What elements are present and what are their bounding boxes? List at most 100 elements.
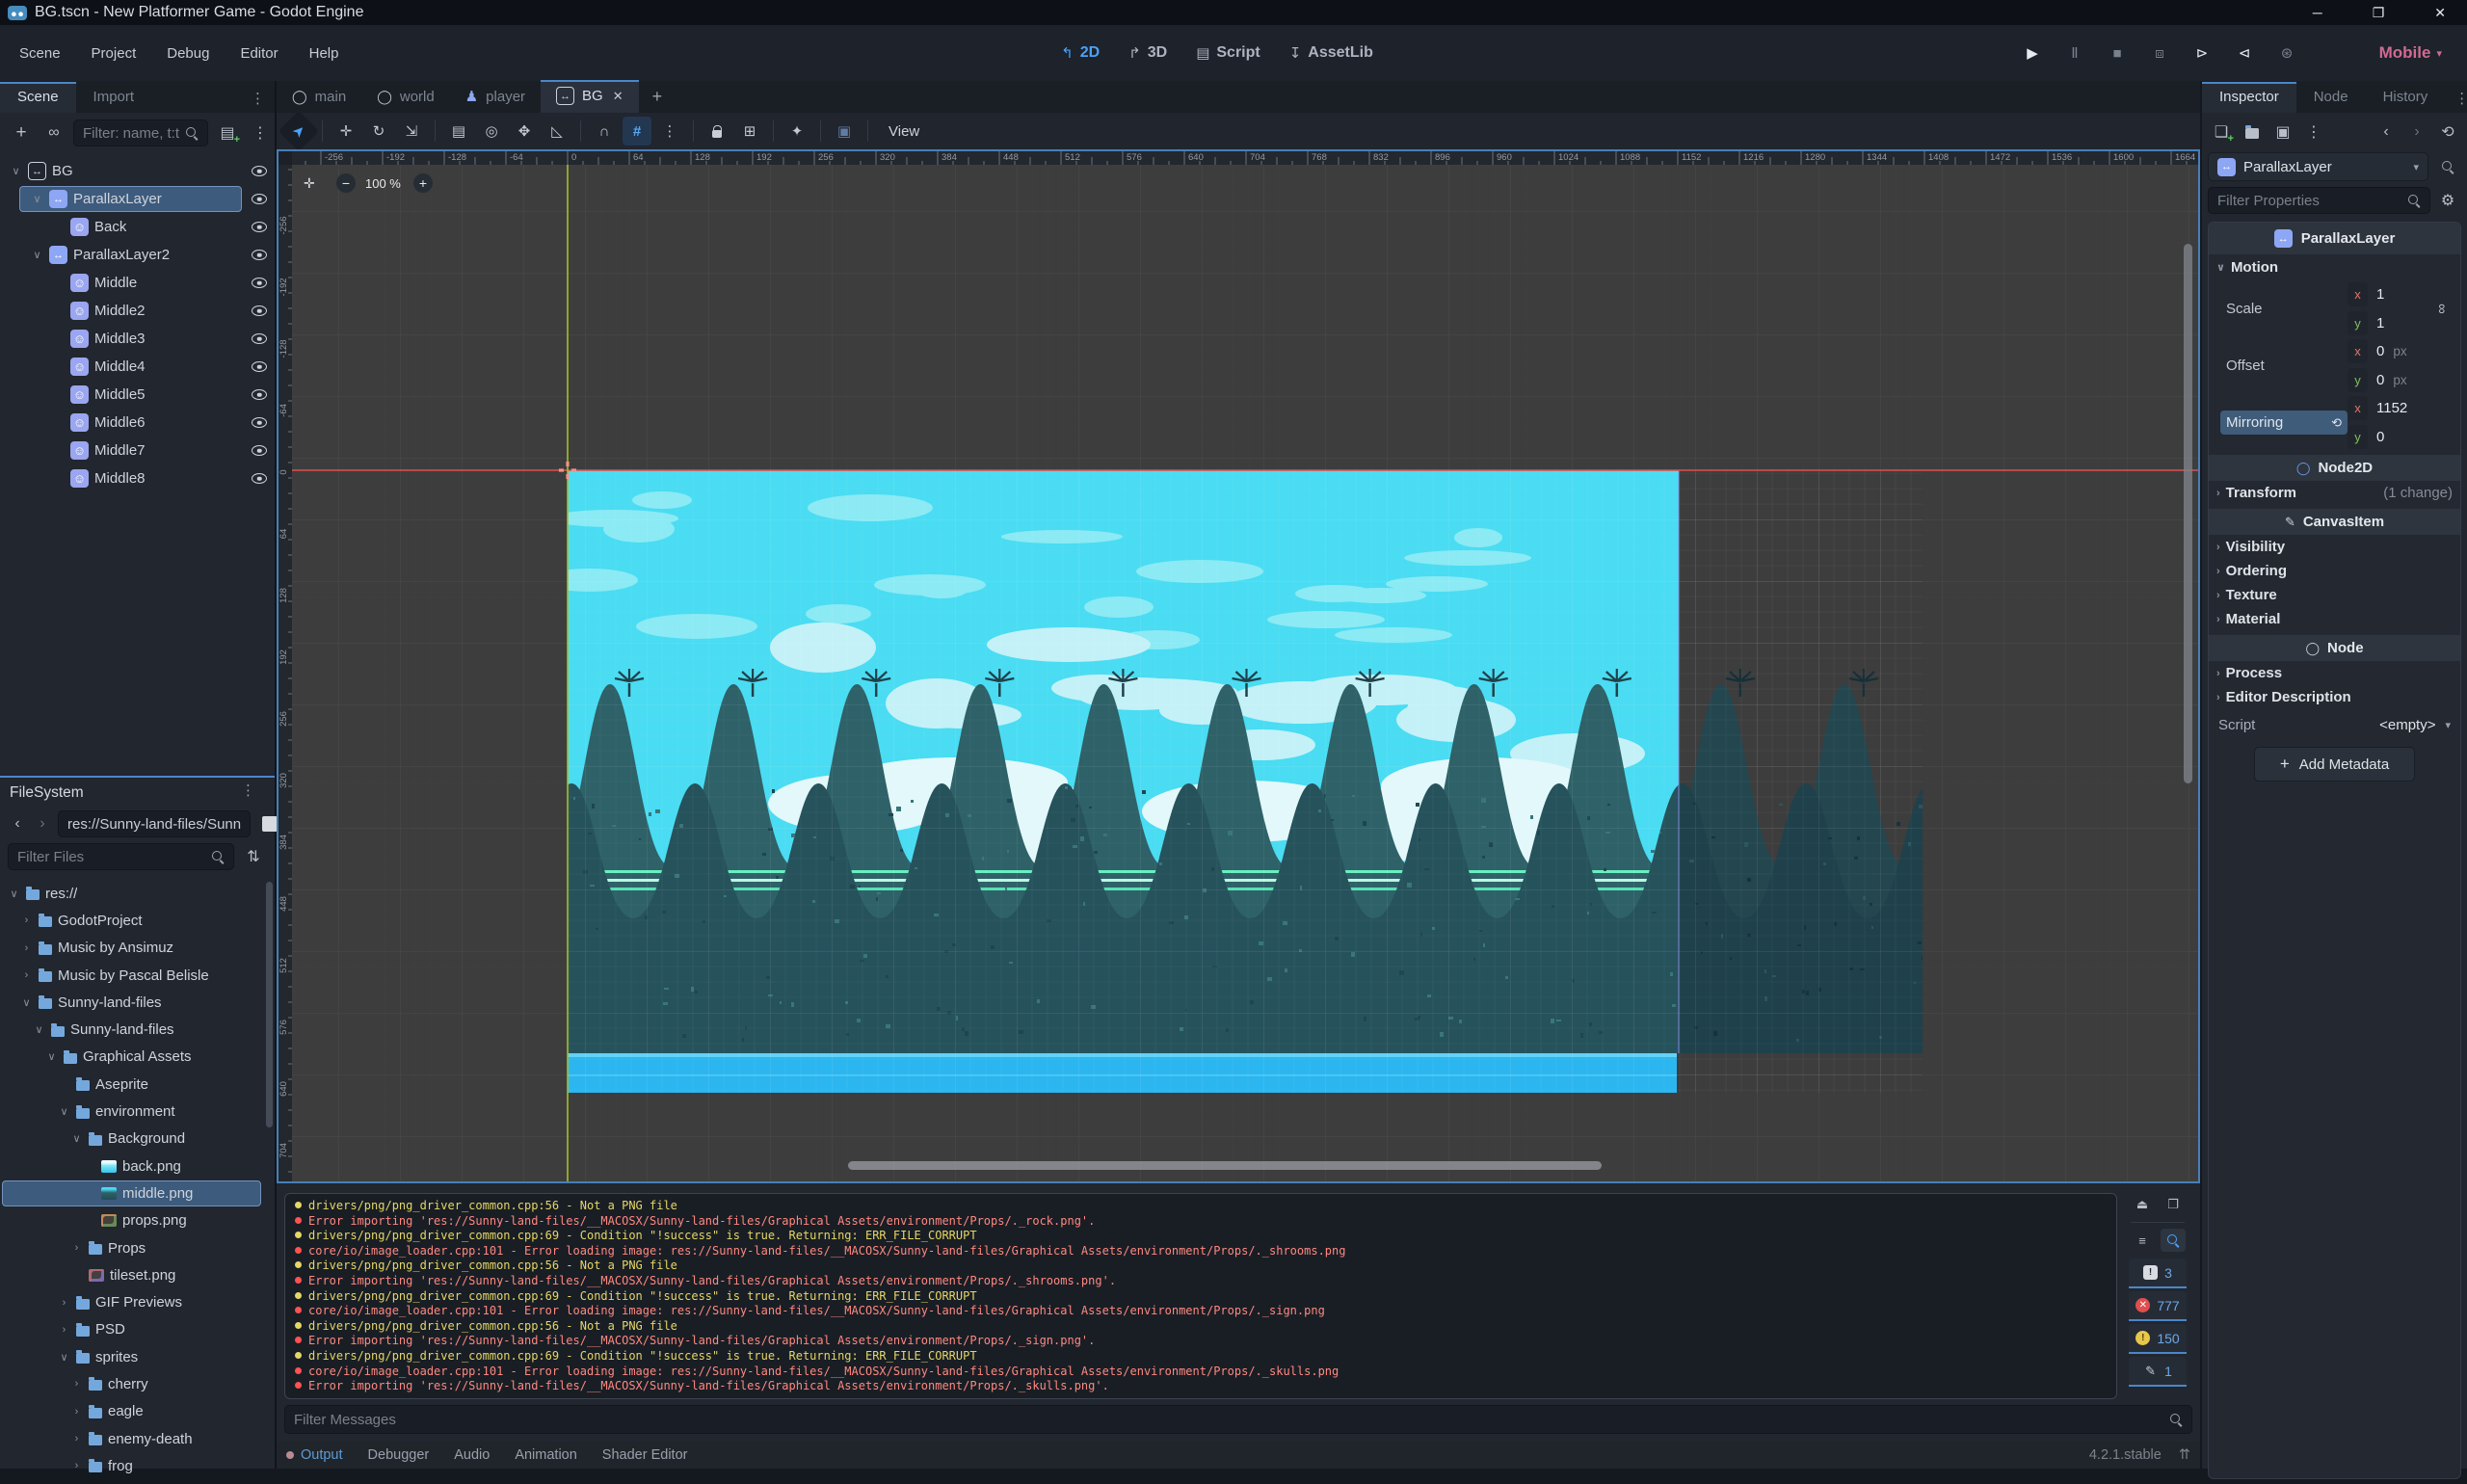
- tab-screen-assetlib[interactable]: ↧AssetLib: [1282, 40, 1381, 66]
- scene-node-back[interactable]: ☺Back: [0, 213, 275, 241]
- visibility-eye-icon[interactable]: [252, 194, 267, 204]
- fs-item-environment[interactable]: ∨environment: [0, 1098, 275, 1125]
- play-button[interactable]: ▶: [2016, 39, 2049, 67]
- add-metadata-button[interactable]: + Add Metadata: [2254, 747, 2415, 782]
- 2d-viewport-canvas[interactable]: -256-192-128-640641281922563203844485125…: [277, 149, 2200, 1183]
- group-toggle[interactable]: ⊞: [735, 117, 764, 146]
- scene-node-middle2[interactable]: ☺Middle2: [0, 297, 275, 325]
- section-material[interactable]: ›Material: [2209, 607, 2460, 631]
- filter-properties-input[interactable]: Filter Properties: [2208, 187, 2430, 214]
- open-docs-button[interactable]: [2434, 153, 2461, 180]
- fs-item-psd[interactable]: ›PSD: [0, 1316, 275, 1343]
- lock-toggle[interactable]: [703, 117, 731, 146]
- revert-icon[interactable]: ⟲: [2331, 415, 2342, 431]
- minimize-button[interactable]: ─: [2313, 5, 2322, 21]
- bottom-tab-shader-editor[interactable]: Shader Editor: [602, 1447, 688, 1463]
- tree-chevron-icon[interactable]: ›: [70, 1460, 83, 1471]
- scene-node-middle4[interactable]: ☺Middle4: [0, 353, 275, 381]
- tree-chevron-icon[interactable]: ∨: [8, 888, 20, 900]
- history-back-button[interactable]: ‹: [2373, 119, 2400, 146]
- fs-item-middle-png[interactable]: middle.png: [0, 1179, 275, 1206]
- attach-script-button[interactable]: ▤+: [214, 119, 241, 146]
- scene-filter-input[interactable]: Filter: name, t:t: [73, 119, 208, 146]
- tree-chevron-icon[interactable]: ∨: [33, 1023, 45, 1036]
- tree-chevron-icon[interactable]: ∨: [58, 1351, 70, 1364]
- tree-chevron-icon[interactable]: ›: [70, 1433, 83, 1444]
- tree-chevron-icon[interactable]: ›: [70, 1406, 83, 1418]
- new-resource-button[interactable]: ❏+: [2208, 119, 2235, 146]
- dock-tab-import[interactable]: Import: [76, 82, 152, 113]
- bottom-tab-audio[interactable]: Audio: [454, 1447, 490, 1463]
- tree-chevron-icon[interactable]: ∨: [45, 1050, 58, 1063]
- fs-item-eagle[interactable]: ›eagle: [0, 1398, 275, 1425]
- close-icon[interactable]: ✕: [613, 89, 623, 104]
- move-tool[interactable]: ✛: [332, 117, 360, 146]
- section-transform[interactable]: › Transform (1 change): [2209, 481, 2460, 505]
- pause-button[interactable]: Ⅱ: [2058, 39, 2091, 67]
- menu-scene[interactable]: Scene: [8, 40, 72, 67]
- scene-node-middle3[interactable]: ☺Middle3: [0, 325, 275, 353]
- scene-node-middle6[interactable]: ☺Middle6: [0, 409, 275, 437]
- visibility-eye-icon[interactable]: [252, 305, 267, 316]
- section-process[interactable]: ›Process: [2209, 661, 2460, 685]
- output-search-button[interactable]: [2161, 1229, 2186, 1252]
- visibility-eye-icon[interactable]: [252, 250, 267, 260]
- dock-tab-history[interactable]: History: [2366, 82, 2446, 113]
- fs-item-sunny-land-files[interactable]: ∨Sunny-land-files: [0, 1016, 275, 1043]
- menu-debug[interactable]: Debug: [155, 40, 221, 67]
- scene-tab-main[interactable]: ◯main: [277, 82, 361, 113]
- bottom-tab-debugger[interactable]: Debugger: [368, 1447, 430, 1463]
- fs-item-sprites[interactable]: ∨sprites: [0, 1343, 275, 1370]
- fs-sort-button[interactable]: ⇅: [240, 843, 267, 870]
- copy-output-button[interactable]: ❐: [2161, 1193, 2186, 1216]
- tree-chevron-icon[interactable]: ∨: [70, 1132, 83, 1145]
- rotate-tool[interactable]: ↻: [364, 117, 393, 146]
- dock-tab-scene[interactable]: Scene: [0, 82, 76, 113]
- expand-bottom-panel-icon[interactable]: ⇈: [2179, 1447, 2190, 1463]
- fs-item-music-by-pascal-belisle[interactable]: ›Music by Pascal Belisle: [0, 962, 275, 989]
- play-scene-button[interactable]: ⊳: [2186, 39, 2218, 67]
- visibility-eye-icon[interactable]: [252, 166, 267, 176]
- tab-screen-2d[interactable]: ↰2D: [1053, 40, 1107, 66]
- save-resource-button[interactable]: ▣: [2269, 119, 2296, 146]
- section-visibility[interactable]: ›Visibility: [2209, 535, 2460, 559]
- fs-item-gif-previews[interactable]: ›GIF Previews: [0, 1288, 275, 1315]
- new-scene-tab-button[interactable]: +: [639, 81, 676, 113]
- snap-options-menu[interactable]: ⋮: [655, 117, 684, 146]
- dock-tab-inspector[interactable]: Inspector: [2202, 82, 2296, 113]
- tab-screen-script[interactable]: ▤Script: [1188, 40, 1268, 66]
- tab-screen-3d[interactable]: ↱3D: [1121, 40, 1175, 66]
- skeleton-menu[interactable]: ✦: [783, 117, 811, 146]
- run-profile-dropdown[interactable]: Mobile ▾: [2379, 43, 2442, 63]
- property-tools-icon[interactable]: ⚙: [2434, 187, 2461, 214]
- tree-chevron-icon[interactable]: ›: [20, 969, 33, 981]
- tree-chevron-icon[interactable]: ∨: [20, 996, 33, 1009]
- tree-chevron-icon[interactable]: ›: [70, 1242, 83, 1254]
- visibility-eye-icon[interactable]: [252, 222, 267, 232]
- fs-item-res-[interactable]: ∨res://: [0, 880, 275, 907]
- maximize-button[interactable]: ❐: [2373, 5, 2385, 21]
- section-editor-description[interactable]: ›Editor Description: [2209, 685, 2460, 709]
- add-node-button[interactable]: +: [8, 119, 35, 146]
- bottom-tab-output[interactable]: Output: [286, 1447, 343, 1463]
- link-values-icon[interactable]: ∞: [2416, 297, 2462, 322]
- scene-node-middle[interactable]: ☺Middle: [0, 269, 275, 297]
- view-menu[interactable]: View: [877, 117, 931, 146]
- fs-filter-input[interactable]: Filter Files: [8, 843, 234, 870]
- visibility-eye-icon[interactable]: [252, 389, 267, 400]
- scene-tab-world[interactable]: ◯world: [361, 82, 450, 113]
- select-tool[interactable]: ➤: [279, 111, 319, 151]
- fs-back-button[interactable]: ‹: [8, 810, 27, 837]
- fs-forward-button[interactable]: ›: [33, 810, 52, 837]
- tree-chevron-icon[interactable]: ›: [58, 1297, 70, 1309]
- vector-x-field[interactable]: x1152: [2348, 396, 2429, 420]
- property-offset[interactable]: Offsetx0pxy0px: [2209, 337, 2460, 394]
- output-log[interactable]: drivers/png/png_driver_common.cpp:56 - N…: [284, 1193, 2117, 1399]
- scene-dock-menu-icon[interactable]: ⋮: [241, 90, 275, 113]
- edited-node-dropdown[interactable]: ↔ ParallaxLayer ▾: [2208, 152, 2428, 181]
- resource-menu-icon[interactable]: ⋮: [2300, 119, 2327, 146]
- tree-chevron-icon[interactable]: ∨: [10, 165, 22, 177]
- filter-messages-input[interactable]: Filter Messages: [284, 1405, 2192, 1434]
- fs-item-cherry[interactable]: ›cherry: [0, 1370, 275, 1397]
- close-button[interactable]: ✕: [2434, 5, 2446, 21]
